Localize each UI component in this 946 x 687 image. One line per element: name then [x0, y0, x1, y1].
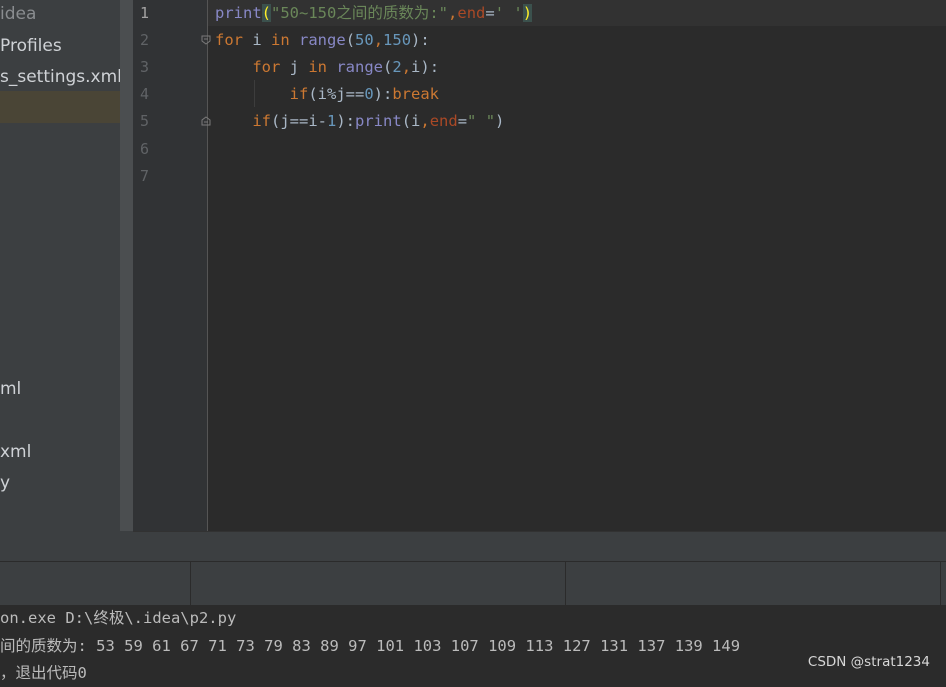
tab-divider [565, 562, 566, 606]
token-for: for [215, 31, 243, 49]
token-expr: (i%j== [308, 85, 365, 103]
token-if: if [289, 85, 309, 103]
token-comma: , [373, 31, 384, 49]
fold-open-icon[interactable] [201, 35, 211, 45]
token-comma: , [448, 4, 458, 22]
token-expr: (j==i- [271, 112, 327, 130]
console-line-command: on.exe D:\终极\.idea\p2.py [0, 609, 237, 627]
token-in: in [308, 58, 327, 76]
token-var: j [280, 58, 309, 76]
line-number: 4 [140, 85, 150, 103]
token-end-kwarg: end [457, 4, 486, 22]
sidebar-footer [0, 531, 133, 561]
line-number: 5 [140, 112, 150, 130]
tab-divider [190, 562, 191, 606]
token-paren: ) [522, 4, 533, 22]
gutter-divider [207, 0, 208, 531]
token-break: break [392, 85, 440, 103]
token-paren: ): [420, 58, 440, 76]
token-string: " " [467, 112, 496, 130]
console-line-exit: ，退出代码0 [0, 664, 87, 682]
console-line-output: 间的质数为: 53 59 61 67 71 73 79 83 89 97 101… [0, 637, 741, 655]
token-args: (i [401, 112, 421, 130]
token-expr: ): [336, 112, 356, 130]
tree-item-profiles[interactable]: Profiles [0, 31, 62, 61]
watermark: CSDN @strat1234 [807, 654, 930, 670]
token-comma: , [420, 112, 430, 130]
token-end-kwarg: end [429, 112, 458, 130]
tree-item-py[interactable]: y [0, 468, 10, 498]
code-line-4[interactable]: if(i%j==0):break [215, 81, 439, 108]
selected-tree-row[interactable] [0, 91, 120, 123]
tree-item-xml-2[interactable]: xml [0, 437, 31, 467]
line-number: 2 [140, 31, 150, 49]
token-paren: ( [383, 58, 393, 76]
line-number: 6 [140, 140, 150, 158]
token-comma: , [401, 58, 412, 76]
line-number: 7 [140, 167, 150, 185]
token-number: 150 [383, 31, 412, 49]
token-number: 2 [392, 58, 402, 76]
token-number: 1 [327, 112, 337, 130]
fold-close-icon[interactable] [201, 116, 211, 126]
code-line-2[interactable]: for i in range(50,150): [215, 27, 430, 54]
tree-item-xml-1[interactable]: ml [0, 374, 21, 404]
token-paren: ) [495, 112, 505, 130]
token-expr: ): [373, 85, 393, 103]
tab-divider [940, 562, 941, 606]
tree-item-settings-xml[interactable]: s_settings.xml [0, 62, 120, 92]
project-tree: idea Profiles s_settings.xml ml xml y [0, 0, 120, 531]
token-number: 0 [364, 85, 374, 103]
sidebar-scrollbar[interactable] [120, 0, 133, 531]
token-paren: ( [345, 31, 356, 49]
editor-horizontal-scrollbar[interactable] [133, 531, 946, 562]
token-var: i [411, 58, 421, 76]
token-for: for [252, 58, 281, 76]
token-eq: = [485, 4, 495, 22]
token-number: 50 [355, 31, 374, 49]
token-range: range [336, 58, 384, 76]
line-number: 1 [140, 4, 150, 22]
run-toolwindow-header [0, 561, 946, 607]
token-if: if [252, 112, 271, 130]
tree-item-idea[interactable]: idea [0, 0, 36, 29]
token-print: print [355, 112, 402, 130]
token-paren: ): [411, 31, 430, 49]
token-string: ' ' [494, 4, 523, 22]
token-var: i [243, 31, 271, 49]
token-string: "50~150之间的质数为:" [271, 4, 449, 22]
code-line-5[interactable]: if(j==i-1):print(i,end=" ") [215, 108, 504, 135]
token-print: print [215, 4, 262, 22]
token-in: in [271, 31, 290, 49]
code-line-1[interactable]: print("50~150之间的质数为:",end=' ') [215, 0, 533, 27]
line-number: 3 [140, 58, 150, 76]
token-eq: = [457, 112, 468, 130]
token-range: range [299, 31, 346, 49]
token-paren: ( [261, 4, 272, 22]
code-line-3[interactable]: for j in range(2,i): [215, 54, 439, 81]
